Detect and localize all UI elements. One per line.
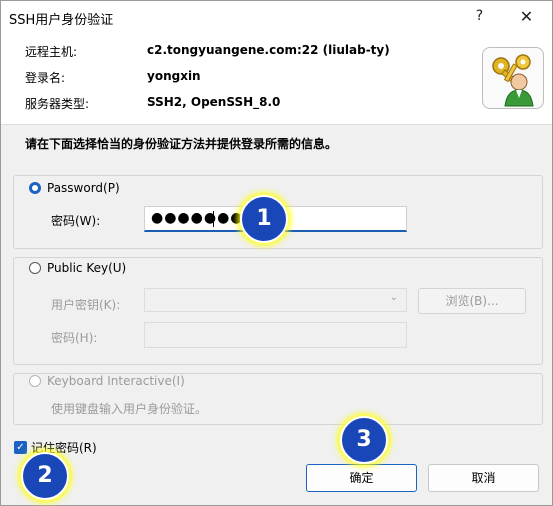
keyboard-radio[interactable]: Keyboard Interactive(I)	[29, 372, 185, 390]
title-bar: SSH用户身份验证 ? ✕	[1, 1, 552, 32]
cancel-button-label: 取消	[471, 471, 496, 485]
step-badge-2: 2	[21, 452, 69, 500]
ssh-auth-dialog: SSH用户身份验证 ? ✕ 远程主机: c2.tongyuangene.com:…	[0, 0, 553, 506]
login-value: yongxin	[147, 69, 201, 83]
publickey-radio-label: Public Key(U)	[47, 261, 127, 275]
password-radio[interactable]: Password(P)	[29, 179, 120, 197]
password-radio-label: Password(P)	[47, 181, 120, 195]
user-key-select[interactable]: ⌄	[144, 288, 407, 312]
browse-button[interactable]: 浏览(B)...	[418, 288, 526, 314]
server-type-value: SSH2, OpenSSH_8.0	[147, 95, 281, 109]
passphrase-label: 密码(H):	[51, 331, 98, 345]
keyboard-radio-label: Keyboard Interactive(I)	[47, 374, 185, 388]
connection-info-header: 远程主机: c2.tongyuangene.com:22 (liulab-ty)…	[1, 32, 552, 125]
radio-disabled-icon	[29, 375, 41, 387]
cancel-button[interactable]: 取消	[428, 464, 539, 492]
user-key-label: 用户密钥(K):	[51, 298, 121, 312]
login-label: 登录名:	[25, 71, 66, 85]
host-value: c2.tongyuangene.com:22 (liulab-ty)	[147, 43, 390, 57]
passphrase-input[interactable]	[144, 322, 407, 348]
radio-unchecked-icon	[29, 262, 41, 274]
checkmark-icon: ✓	[14, 441, 27, 454]
keys-user-icon	[482, 47, 544, 109]
close-button[interactable]: ✕	[504, 1, 549, 32]
window-title: SSH用户身份验证	[9, 13, 114, 28]
help-button[interactable]: ?	[457, 1, 502, 32]
radio-checked-icon	[29, 182, 41, 194]
browse-button-label: 浏览(B)...	[445, 294, 499, 308]
text-caret	[213, 211, 214, 227]
ok-button[interactable]: 确定	[306, 464, 417, 492]
server-type-label: 服务器类型:	[25, 97, 90, 111]
step-badge-1: 1	[240, 195, 288, 243]
host-label: 远程主机:	[25, 45, 78, 59]
ok-button-label: 确定	[349, 471, 374, 485]
chevron-down-icon: ⌄	[389, 292, 398, 303]
step-badge-3: 3	[340, 416, 388, 464]
instruction-text: 请在下面选择恰当的身份验证方法并提供登录所需的信息。	[25, 137, 338, 151]
publickey-radio[interactable]: Public Key(U)	[29, 259, 126, 277]
keyboard-description: 使用键盘输入用户身份验证。	[51, 402, 208, 416]
password-field-label: 密码(W):	[51, 214, 101, 228]
